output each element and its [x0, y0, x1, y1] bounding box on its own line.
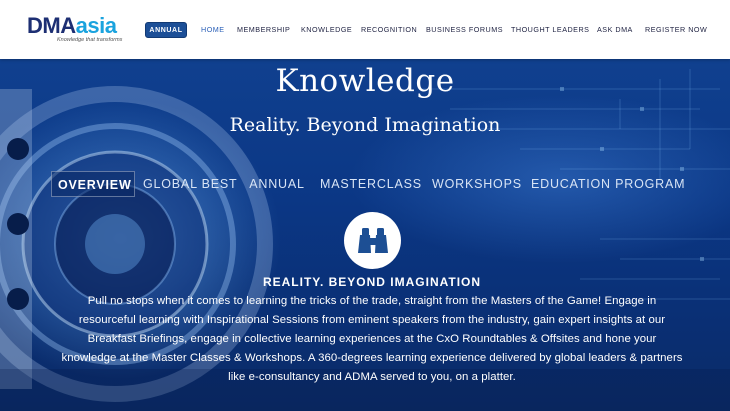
tab-workshops[interactable]: WORKSHOPS: [432, 171, 521, 197]
site-header: DMAasia Knowledge that transforms ANNUAL…: [0, 0, 730, 59]
tab-education-program[interactable]: EDUCATION PROGRAM: [531, 171, 685, 197]
section-heading: REALITY. BEYOND IMAGINATION: [262, 275, 482, 289]
page-subtitle: Reality. Beyond Imagination: [229, 114, 501, 136]
nav-ask-dma[interactable]: ASK DMA: [597, 25, 633, 35]
nav-membership[interactable]: MEMBERSHIP: [237, 25, 290, 35]
nav-recognition[interactable]: RECOGNITION: [361, 25, 417, 35]
tab-global-best[interactable]: GLOBAL BEST: [143, 171, 237, 197]
tab-masterclass[interactable]: MASTERCLASS: [320, 171, 421, 197]
overview-description: Pull no stops when it comes to learning …: [61, 295, 683, 383]
binoculars-icon: [344, 212, 401, 269]
nav-thought-leaders[interactable]: THOUGHT LEADERS: [511, 25, 589, 35]
knowledge-tabs: OVERVIEW GLOBAL BEST ANNUAL MASTERCLASS …: [0, 171, 730, 197]
nav-home[interactable]: HOME: [201, 25, 225, 35]
page-title: Knowledge: [275, 63, 455, 99]
tab-overview[interactable]: OVERVIEW: [51, 171, 135, 197]
nav-business-forums[interactable]: BUSINESS FORUMS: [426, 25, 503, 35]
logo-tagline: Knowledge that transforms: [57, 37, 123, 43]
nav-register-now[interactable]: REGISTER NOW: [645, 25, 707, 35]
tab-annual[interactable]: ANNUAL: [248, 171, 306, 197]
nav-knowledge[interactable]: KNOWLEDGE: [301, 25, 352, 35]
main-nav: HOME MEMBERSHIP KNOWLEDGE RECOGNITION BU…: [0, 25, 730, 37]
hero-banner: Knowledge Reality. Beyond Imagination OV…: [0, 59, 730, 411]
